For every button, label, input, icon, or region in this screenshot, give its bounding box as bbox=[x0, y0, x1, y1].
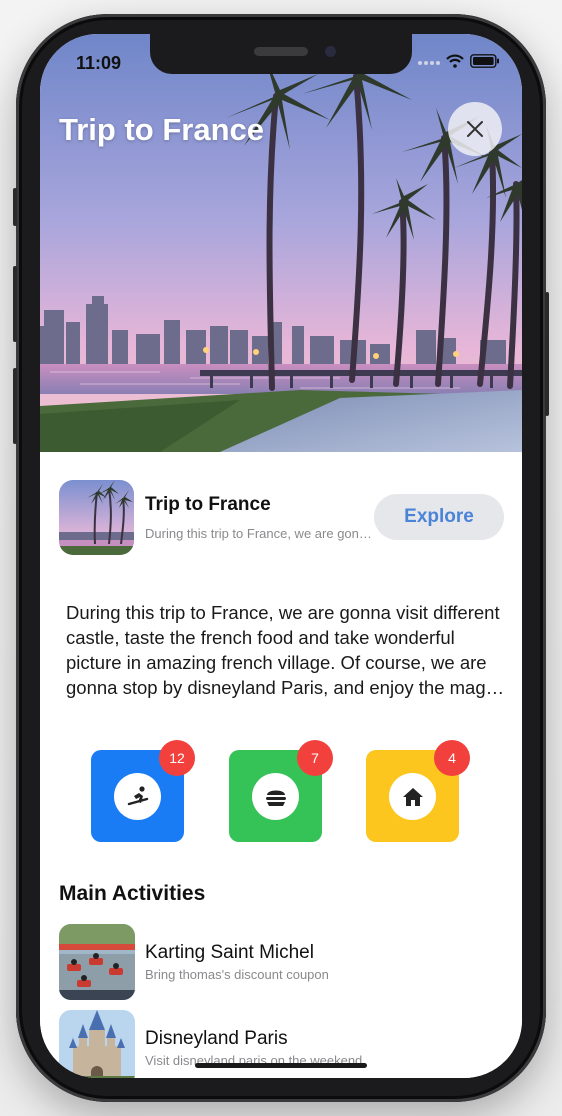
status-time: 11:09 bbox=[76, 53, 122, 73]
power-button bbox=[545, 292, 549, 416]
cellular-signal-icon bbox=[418, 61, 440, 65]
burger-icon bbox=[265, 790, 286, 806]
hero-title: Trip to France bbox=[59, 112, 264, 147]
lodging-count-badge: 4 bbox=[434, 740, 470, 776]
trip-summary-subtitle: During this trip to France, we are gonna… bbox=[145, 526, 373, 541]
device-notch bbox=[150, 34, 412, 74]
earpiece-speaker bbox=[254, 47, 308, 56]
wifi-icon bbox=[446, 54, 464, 68]
trip-summary-title: Trip to France bbox=[145, 494, 271, 515]
activity-item[interactable]: Karting Saint Michel Bring thomas's disc… bbox=[59, 924, 499, 1000]
activity-title: Disneyland Paris bbox=[145, 1028, 288, 1049]
app-screen: 11:09 Trip to France Trip to France Duri… bbox=[40, 34, 522, 1078]
volume-up-button bbox=[13, 266, 17, 342]
category-food-button[interactable]: 7 bbox=[229, 740, 333, 842]
explore-button[interactable]: Explore bbox=[374, 494, 504, 540]
activity-subtitle: Bring thomas's discount coupon bbox=[145, 967, 329, 982]
category-activities-button[interactable]: 12 bbox=[91, 740, 195, 842]
category-icon-holder bbox=[252, 773, 299, 820]
activity-title: Karting Saint Michel bbox=[145, 942, 314, 963]
main-activities-title: Main Activities bbox=[59, 882, 206, 905]
trip-description: During this trip to France, we are gonna… bbox=[66, 602, 500, 698]
home-icon bbox=[402, 787, 423, 806]
volume-down-button bbox=[13, 368, 17, 444]
home-indicator[interactable] bbox=[195, 1063, 367, 1068]
snowboarding-icon bbox=[127, 785, 148, 805]
trip-thumbnail bbox=[59, 480, 134, 555]
front-camera bbox=[325, 46, 336, 57]
food-count-badge: 7 bbox=[297, 740, 333, 776]
status-icons bbox=[418, 54, 500, 68]
castle-thumbnail bbox=[59, 1010, 135, 1078]
category-icon-holder bbox=[389, 773, 436, 820]
battery-icon bbox=[470, 54, 499, 68]
activities-count-badge: 12 bbox=[159, 740, 195, 776]
karting-thumbnail bbox=[59, 924, 135, 1000]
mute-switch bbox=[13, 188, 17, 226]
hero-image bbox=[40, 34, 522, 452]
close-button[interactable] bbox=[448, 102, 502, 156]
category-lodging-button[interactable]: 4 bbox=[366, 740, 470, 842]
category-icon-holder bbox=[114, 773, 161, 820]
close-icon bbox=[467, 121, 483, 137]
trip-content: Trip to France During this trip to Franc… bbox=[40, 452, 522, 1078]
